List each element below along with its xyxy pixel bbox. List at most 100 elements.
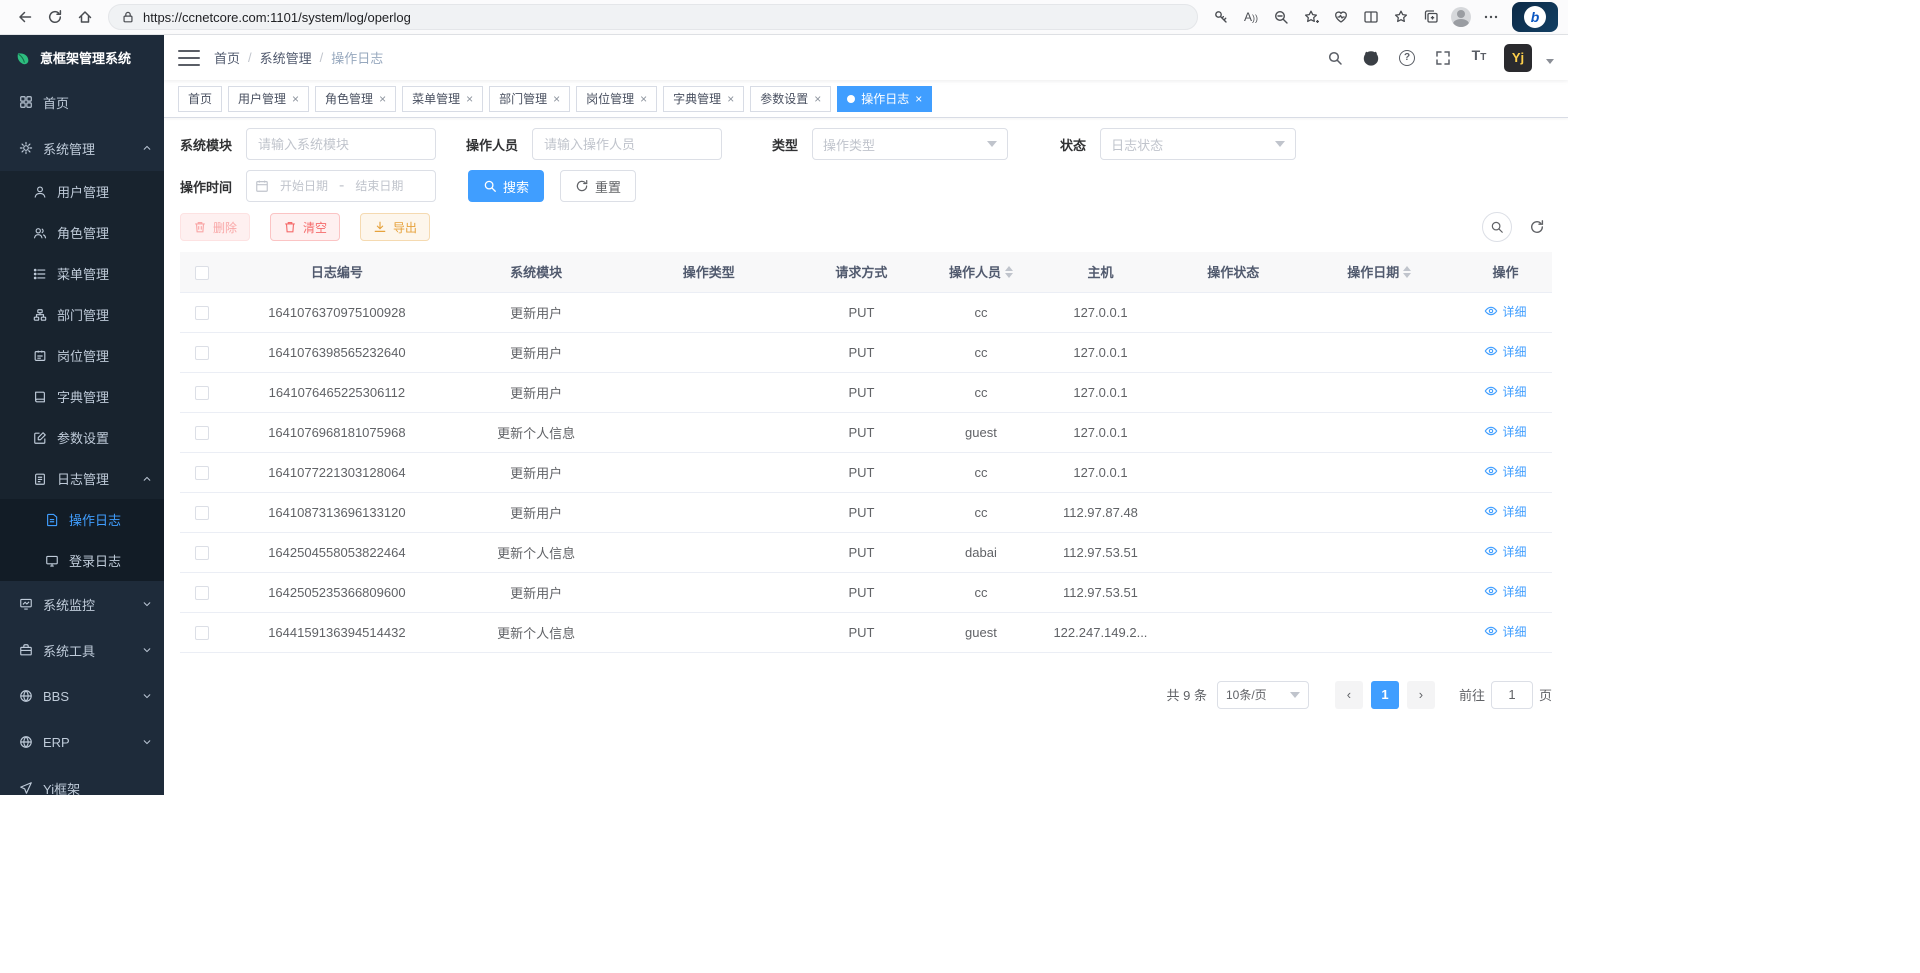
sidebar-item-dict-mgmt[interactable]: 字典管理 xyxy=(0,376,164,417)
row-checkbox[interactable] xyxy=(195,386,209,400)
sidebar-item-login-log[interactable]: 登录日志 xyxy=(0,540,164,581)
sidebar-item-log-mgmt[interactable]: 日志管理 xyxy=(0,458,164,499)
detail-link[interactable]: 详细 xyxy=(1484,343,1526,360)
reset-button[interactable]: 重置 xyxy=(560,170,636,202)
close-icon[interactable]: × xyxy=(553,93,560,105)
font-size-button[interactable]: TT xyxy=(1468,47,1490,69)
close-icon[interactable]: × xyxy=(727,93,734,105)
detail-link[interactable]: 详细 xyxy=(1484,423,1526,440)
sidebar-item-bbs[interactable]: BBS xyxy=(0,673,164,719)
detail-link[interactable]: 详细 xyxy=(1484,623,1526,640)
home-button[interactable] xyxy=(70,3,100,31)
close-icon[interactable]: × xyxy=(640,93,647,105)
table-row[interactable]: 1641077221303128064 更新用户 PUT cc 127.0.0.… xyxy=(180,452,1552,492)
tab-post-mgmt[interactable]: 岗位管理× xyxy=(576,86,657,112)
fullscreen-button[interactable] xyxy=(1432,47,1454,69)
more-button[interactable] xyxy=(1476,3,1506,31)
date-end-input[interactable] xyxy=(348,179,410,193)
sidebar-item-post-mgmt[interactable]: 岗位管理 xyxy=(0,335,164,376)
help-button[interactable]: ? xyxy=(1396,47,1418,69)
sidebar-item-system-tools[interactable]: 系统工具 xyxy=(0,627,164,673)
table-row[interactable]: 1641076398565232640 更新用户 PUT cc 127.0.0.… xyxy=(180,332,1552,372)
date-range-picker[interactable]: - xyxy=(246,170,436,202)
table-row[interactable]: 1642504558053822464 更新个人信息 PUT dabai 112… xyxy=(180,532,1552,572)
status-select[interactable]: 日志状态 xyxy=(1100,128,1296,160)
detail-link[interactable]: 详细 xyxy=(1484,543,1526,560)
tab-dict-mgmt[interactable]: 字典管理× xyxy=(663,86,744,112)
sidebar-item-param-settings[interactable]: 参数设置 xyxy=(0,417,164,458)
sidebar-item-oper-log[interactable]: 操作日志 xyxy=(0,499,164,540)
detail-link[interactable]: 详细 xyxy=(1484,583,1526,600)
sidebar-toggle-button[interactable] xyxy=(178,50,200,66)
password-button[interactable] xyxy=(1206,3,1236,31)
sort-icon[interactable] xyxy=(1005,266,1013,278)
profile-button[interactable] xyxy=(1446,3,1476,31)
prev-page-button[interactable]: ‹ xyxy=(1335,681,1363,709)
date-start-input[interactable] xyxy=(273,179,335,193)
sort-icon[interactable] xyxy=(1403,266,1411,278)
table-row[interactable]: 1641076465225306112 更新用户 PUT cc 127.0.0.… xyxy=(180,372,1552,412)
table-row[interactable]: 1641087313696133120 更新用户 PUT cc 112.97.8… xyxy=(180,492,1552,532)
row-checkbox[interactable] xyxy=(195,586,209,600)
page-size-select[interactable]: 10条/页 xyxy=(1217,681,1309,709)
detail-link[interactable]: 详细 xyxy=(1484,463,1526,480)
app-logo[interactable]: 意框架管理系统 xyxy=(0,35,164,79)
tab-home[interactable]: 首页 xyxy=(178,86,222,112)
tab-oper-log[interactable]: 操作日志× xyxy=(837,86,932,112)
header-search-button[interactable] xyxy=(1324,47,1346,69)
tab-menu-mgmt[interactable]: 菜单管理× xyxy=(402,86,483,112)
toggle-search-button[interactable] xyxy=(1482,212,1512,242)
copilot-button[interactable]: b xyxy=(1512,2,1558,32)
sidebar-item-erp[interactable]: ERP xyxy=(0,719,164,765)
close-icon[interactable]: × xyxy=(292,93,299,105)
refresh-button[interactable] xyxy=(40,3,70,31)
github-button[interactable] xyxy=(1360,47,1382,69)
detail-link[interactable]: 详细 xyxy=(1484,383,1526,400)
table-row[interactable]: 1641076370975100928 更新用户 PUT cc 127.0.0.… xyxy=(180,292,1552,332)
row-checkbox[interactable] xyxy=(195,466,209,480)
row-checkbox[interactable] xyxy=(195,546,209,560)
operator-input[interactable] xyxy=(532,128,722,160)
row-checkbox[interactable] xyxy=(195,306,209,320)
type-select[interactable]: 操作类型 xyxy=(812,128,1008,160)
goto-page-input[interactable] xyxy=(1491,681,1533,709)
close-icon[interactable]: × xyxy=(814,93,821,105)
address-bar[interactable]: https://ccnetcore.com:1101/system/log/op… xyxy=(108,4,1198,30)
tab-dept-mgmt[interactable]: 部门管理× xyxy=(489,86,570,112)
close-icon[interactable]: × xyxy=(379,93,386,105)
back-button[interactable] xyxy=(10,3,40,31)
next-page-button[interactable]: › xyxy=(1407,681,1435,709)
sidebar-item-system-mgmt[interactable]: 系统管理 xyxy=(0,125,164,171)
module-input[interactable] xyxy=(246,128,436,160)
row-checkbox[interactable] xyxy=(195,506,209,520)
tab-role-mgmt[interactable]: 角色管理× xyxy=(315,86,396,112)
table-row[interactable]: 1644159136394514432 更新个人信息 PUT guest 122… xyxy=(180,612,1552,652)
split-screen-button[interactable] xyxy=(1356,3,1386,31)
zoom-out-button[interactable] xyxy=(1266,3,1296,31)
select-all-checkbox[interactable] xyxy=(195,266,209,280)
table-row[interactable]: 1641076968181075968 更新个人信息 PUT guest 127… xyxy=(180,412,1552,452)
sidebar-item-yi-framework[interactable]: Yi框架 xyxy=(0,765,164,795)
sidebar-item-system-monitor[interactable]: 系统监控 xyxy=(0,581,164,627)
export-button[interactable]: 导出 xyxy=(360,213,430,241)
avatar-caret-icon[interactable] xyxy=(1546,59,1554,64)
clear-button[interactable]: 清空 xyxy=(270,213,340,241)
sidebar-item-home[interactable]: 首页 xyxy=(0,79,164,125)
breadcrumb-item[interactable]: 系统管理 xyxy=(260,48,312,67)
detail-link[interactable]: 详细 xyxy=(1484,503,1526,520)
page-number-button[interactable]: 1 xyxy=(1371,681,1399,709)
sidebar-item-menu-mgmt[interactable]: 菜单管理 xyxy=(0,253,164,294)
sidebar-item-dept-mgmt[interactable]: 部门管理 xyxy=(0,294,164,335)
tab-user-mgmt[interactable]: 用户管理× xyxy=(228,86,309,112)
detail-link[interactable]: 详细 xyxy=(1484,303,1526,320)
favorites-button[interactable] xyxy=(1386,3,1416,31)
sidebar-item-user-mgmt[interactable]: 用户管理 xyxy=(0,171,164,212)
close-icon[interactable]: × xyxy=(915,93,922,105)
read-aloud-button[interactable]: A)) xyxy=(1236,3,1266,31)
user-avatar-logo[interactable]: Yj xyxy=(1504,44,1532,72)
add-favorite-button[interactable] xyxy=(1296,3,1326,31)
row-checkbox[interactable] xyxy=(195,626,209,640)
refresh-table-button[interactable] xyxy=(1522,212,1552,242)
search-button[interactable]: 搜索 xyxy=(468,170,544,202)
row-checkbox[interactable] xyxy=(195,346,209,360)
